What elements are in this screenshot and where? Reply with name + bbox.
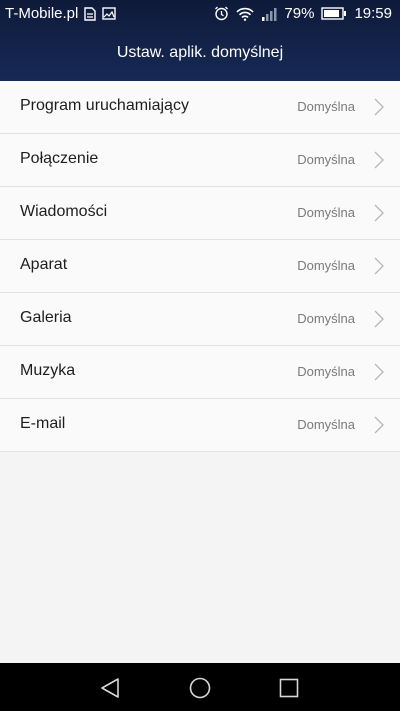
default-apps-list: Program uruchamiający Domyślna Połączeni… [0,81,400,452]
list-item-label: Połączenie [20,150,99,167]
sim-card-icon [84,6,97,21]
back-icon[interactable] [98,676,122,700]
chevron-right-icon [374,310,384,328]
chevron-right-icon [374,363,384,381]
signal-icon [262,7,277,21]
clock: 19:59 [354,5,392,22]
list-item-label: Aparat [20,256,68,273]
list-item-calls[interactable]: Połączenie Domyślna [0,134,400,187]
list-item-camera[interactable]: Aparat Domyślna [0,240,400,293]
home-icon[interactable] [188,676,212,700]
navigation-bar [0,663,400,711]
list-item-value: Domyślna [297,205,355,220]
list-item-value: Domyślna [297,152,355,167]
image-icon [102,7,117,20]
chevron-right-icon [374,151,384,169]
page-title: Ustaw. aplik. domyślnej [116,44,284,61]
list-item-gallery[interactable]: Galeria Domyślna [0,293,400,346]
list-item-value: Domyślna [297,258,355,273]
carrier-label: T-Mobile.pl [5,5,79,22]
list-item-messages[interactable]: Wiadomości Domyślna [0,187,400,240]
list-item-label: Galeria [20,309,72,326]
chevron-right-icon [374,416,384,434]
list-item-value: Domyślna [297,364,355,379]
list-item-value: Domyślna [297,311,355,326]
recents-icon[interactable] [277,676,301,700]
list-item-launcher[interactable]: Program uruchamiający Domyślna [0,81,400,134]
list-item-label: Muzyka [20,362,76,379]
list-item-label: Wiadomości [20,203,108,220]
chevron-right-icon [374,257,384,275]
alarm-clock-icon [215,6,229,21]
list-item-music[interactable]: Muzyka Domyślna [0,346,400,399]
app-header: T-Mobile.pl 79% 19:59 Ustaw. aplik. domy… [0,0,400,81]
battery-percent: 79% [284,5,315,22]
list-item-value: Domyślna [297,417,355,432]
battery-icon [321,7,347,20]
chevron-right-icon [374,98,384,116]
list-item-email[interactable]: E-mail Domyślna [0,399,400,452]
list-item-value: Domyślna [297,99,355,114]
status-bar: T-Mobile.pl 79% 19:59 [0,0,400,30]
wifi-icon [236,7,255,21]
chevron-right-icon [374,204,384,222]
list-item-label: Program uruchamiający [20,97,189,114]
list-item-label: E-mail [20,415,66,432]
